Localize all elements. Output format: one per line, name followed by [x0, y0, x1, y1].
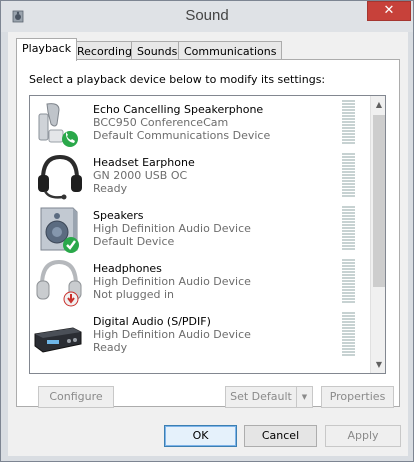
device-description: BCC950 ConferenceCam — [93, 116, 229, 129]
button-label: OK — [192, 429, 209, 442]
set-default-button[interactable]: Set Default ▼ — [225, 386, 313, 408]
device-status: Default Device — [93, 235, 175, 248]
unplugged-badge-icon — [63, 291, 79, 307]
instruction-text: Select a playback device below to modify… — [29, 73, 326, 86]
tab-recording[interactable]: Recording — [71, 41, 139, 61]
speaker-icon — [40, 207, 79, 253]
device-description: High Definition Audio Device — [93, 328, 251, 341]
device-name: Headphones — [93, 262, 162, 275]
scroll-up-icon[interactable]: ▲ — [371, 96, 385, 113]
scroll-thumb[interactable] — [373, 115, 385, 287]
device-status: Not plugged in — [93, 288, 175, 301]
button-label: Apply — [347, 429, 379, 442]
window-title: Sound — [185, 7, 229, 24]
button-label: Properties — [329, 390, 386, 403]
device-name: Echo Cancelling Speakerphone — [93, 103, 264, 116]
sound-dialog: Sound ✕ Playback Recording Sounds Commun… — [0, 0, 414, 462]
headset-icon — [38, 154, 82, 200]
playback-device-list[interactable]: Echo Cancelling Speakerphone BCC950 Conf… — [29, 95, 386, 374]
phone-badge-icon — [62, 131, 78, 147]
checkmark-badge-icon — [63, 237, 79, 253]
list-item-headphones[interactable]: Headphones High Definition Audio Device … — [30, 255, 370, 308]
tab-label: Communications — [184, 45, 277, 58]
list-item-headset-earphone[interactable]: Headset Earphone GN 2000 USB OC Ready — [30, 149, 370, 202]
title-bar[interactable]: Sound ✕ — [1, 1, 413, 32]
apply-button[interactable]: Apply — [325, 425, 401, 447]
vertical-scrollbar[interactable]: ▲ ▼ — [370, 96, 385, 373]
device-name: Speakers — [93, 209, 144, 222]
volume-meter — [342, 259, 355, 304]
playback-panel: Select a playback device below to modify… — [16, 59, 400, 408]
volume-meter — [342, 206, 355, 251]
speakerphone-icon — [38, 103, 78, 147]
ok-button[interactable]: OK — [164, 425, 237, 447]
volume-meter — [342, 312, 355, 357]
button-label: Cancel — [261, 429, 300, 442]
tab-label: Sounds — [137, 45, 178, 58]
dropdown-arrow-icon[interactable]: ▼ — [296, 387, 312, 407]
properties-button[interactable]: Properties — [321, 386, 394, 408]
tab-communications[interactable]: Communications — [178, 41, 283, 61]
tab-playback[interactable]: Playback — [16, 38, 78, 61]
tab-label: Recording — [77, 45, 133, 58]
device-description: High Definition Audio Device — [93, 275, 251, 288]
device-description: High Definition Audio Device — [93, 222, 251, 235]
list-item-echo-cancelling-speakerphone[interactable]: Echo Cancelling Speakerphone BCC950 Conf… — [30, 96, 370, 149]
button-label: Configure — [49, 390, 103, 403]
tab-label: Playback — [22, 42, 72, 55]
headphones-icon — [36, 259, 82, 307]
device-status: Ready — [93, 182, 128, 195]
volume-meter — [342, 100, 355, 145]
device-name: Digital Audio (S/PDIF) — [93, 315, 211, 328]
dialog-client: Playback Recording Sounds Communications… — [8, 32, 408, 456]
device-status: Ready — [93, 341, 128, 354]
device-description: GN 2000 USB OC — [93, 169, 188, 182]
device-status: Default Communications Device — [93, 129, 271, 142]
list-item-digital-audio[interactable]: Digital Audio (S/PDIF) High Definition A… — [30, 308, 370, 361]
device-name: Headset Earphone — [93, 156, 195, 169]
tab-sounds[interactable]: Sounds — [131, 41, 184, 61]
configure-button[interactable]: Configure — [38, 386, 114, 408]
list-item-speakers[interactable]: Speakers High Definition Audio Device De… — [30, 202, 370, 255]
button-label: Set Default — [230, 390, 292, 403]
close-button[interactable]: ✕ — [367, 1, 411, 21]
cancel-button[interactable]: Cancel — [244, 425, 317, 447]
volume-meter — [342, 153, 355, 198]
scroll-down-icon[interactable]: ▼ — [371, 356, 385, 373]
digital-audio-receiver-icon — [34, 327, 82, 353]
close-icon: ✕ — [383, 3, 395, 18]
